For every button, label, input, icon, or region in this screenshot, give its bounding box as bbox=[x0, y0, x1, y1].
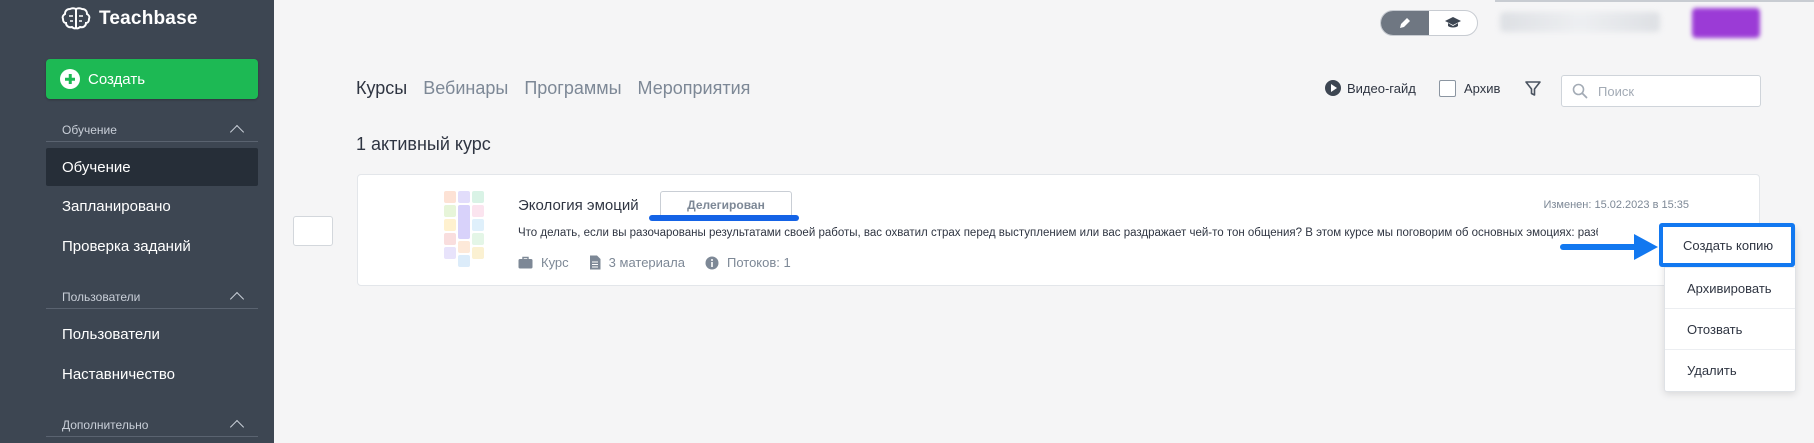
learn-mode-button[interactable] bbox=[1429, 11, 1477, 35]
menu-item-delete[interactable]: Удалить bbox=[1665, 350, 1795, 390]
section-title: Дополнительно bbox=[62, 417, 149, 432]
sidebar-item-label: Проверка заданий bbox=[62, 237, 191, 255]
sidebar-item-learning[interactable]: Обучение bbox=[46, 148, 258, 186]
section-header-learning[interactable]: Обучение bbox=[46, 118, 258, 142]
tab-courses[interactable]: Курсы bbox=[356, 78, 407, 99]
archive-label: Архив bbox=[1464, 81, 1501, 96]
sidebar-item-label: Наставничество bbox=[62, 365, 176, 383]
create-button-label: Создать bbox=[88, 70, 146, 88]
menu-item-revoke[interactable]: Отозвать bbox=[1665, 309, 1795, 349]
course-title[interactable]: Экология эмоций bbox=[518, 197, 639, 214]
annotation-arrow-head bbox=[1634, 234, 1658, 260]
sidebar-item-mentoring[interactable]: Наставничество bbox=[46, 355, 258, 393]
top-divider bbox=[1495, 0, 1814, 2]
status-badge: Делегирован bbox=[660, 191, 792, 218]
active-course-count: 1 активный курс bbox=[356, 134, 491, 154]
document-icon bbox=[589, 255, 601, 270]
sidebar-item-scheduled[interactable]: Запланировано bbox=[46, 187, 258, 225]
course-description: Что делать, если вы разочарованы результ… bbox=[518, 227, 1598, 239]
video-guide-label: Видео-гайд bbox=[1347, 80, 1416, 96]
brand-name: Teachbase bbox=[99, 8, 198, 29]
course-card[interactable]: Экология эмоций Делегирован Изменен: 15.… bbox=[357, 174, 1760, 286]
mode-toggle[interactable] bbox=[1380, 10, 1478, 36]
video-guide-link[interactable]: Видео-гайд bbox=[1325, 80, 1416, 96]
sidebar-item-users[interactable]: Пользователи bbox=[46, 315, 258, 353]
search-box[interactable] bbox=[1561, 75, 1761, 107]
menu-item-archive[interactable]: Архивировать bbox=[1665, 268, 1795, 308]
annotation-underline bbox=[649, 215, 799, 221]
modified-date: Изменен: 15.02.2023 в 15:35 bbox=[1543, 199, 1689, 211]
chevron-up-icon bbox=[229, 291, 245, 307]
archive-toggle[interactable]: Архив bbox=[1439, 80, 1500, 97]
row-select-checkbox[interactable] bbox=[293, 216, 333, 246]
brand-logo[interactable]: Teachbase bbox=[61, 4, 198, 34]
user-menu-blurred[interactable] bbox=[1500, 12, 1660, 32]
search-icon bbox=[1572, 83, 1588, 99]
create-button[interactable]: Создать bbox=[46, 59, 258, 99]
tab-programs[interactable]: Программы bbox=[524, 78, 621, 99]
section-title: Обучение bbox=[62, 122, 117, 137]
section-title: Пользователи bbox=[62, 289, 141, 304]
upgrade-button-blurred[interactable] bbox=[1692, 8, 1760, 38]
edit-mode-button[interactable] bbox=[1381, 11, 1429, 35]
info-icon bbox=[705, 256, 719, 269]
course-thumbnail bbox=[444, 191, 484, 267]
chevron-up-icon bbox=[229, 124, 245, 140]
sidebar-item-label: Запланировано bbox=[62, 197, 171, 215]
sidebar-item-label: Пользователи bbox=[62, 325, 160, 343]
plus-icon bbox=[60, 69, 80, 89]
course-context-menu: Создать копию Архивировать Отозвать Удал… bbox=[1659, 223, 1796, 392]
sidebar: Teachbase Создать Обучение Обучение Запл… bbox=[0, 0, 274, 443]
pencil-icon bbox=[1400, 18, 1410, 28]
brain-icon bbox=[61, 7, 91, 30]
sidebar-item-task-review[interactable]: Проверка заданий bbox=[46, 227, 258, 265]
graduation-cap-icon bbox=[1445, 17, 1461, 28]
filter-icon[interactable] bbox=[1524, 80, 1542, 98]
tab-webinars[interactable]: Вебинары bbox=[423, 78, 508, 99]
chevron-up-icon bbox=[229, 419, 245, 435]
course-meta: Курс 3 материала Потоков: 1 bbox=[518, 255, 791, 270]
course-materials-label: 3 материала bbox=[608, 255, 685, 270]
course-streams-label: Потоков: 1 bbox=[726, 255, 791, 270]
section-header-additional[interactable]: Дополнительно bbox=[46, 413, 258, 437]
briefcase-icon bbox=[518, 256, 533, 269]
section-header-users[interactable]: Пользователи bbox=[46, 285, 258, 309]
search-input[interactable] bbox=[1598, 83, 1748, 99]
course-materials: 3 материала bbox=[589, 255, 685, 270]
content-tabs: Курсы Вебинары Программы Мероприятия bbox=[356, 78, 750, 99]
course-type-label: Курс bbox=[541, 255, 569, 270]
sidebar-item-label: Обучение bbox=[62, 158, 131, 176]
course-type: Курс bbox=[518, 255, 569, 270]
tab-events[interactable]: Мероприятия bbox=[638, 78, 751, 99]
play-icon bbox=[1325, 80, 1341, 96]
annotation-arrow-shaft bbox=[1560, 244, 1642, 250]
menu-item-create-copy[interactable]: Создать копию bbox=[1659, 223, 1795, 267]
course-streams: Потоков: 1 bbox=[705, 255, 791, 270]
archive-checkbox[interactable] bbox=[1439, 80, 1456, 97]
